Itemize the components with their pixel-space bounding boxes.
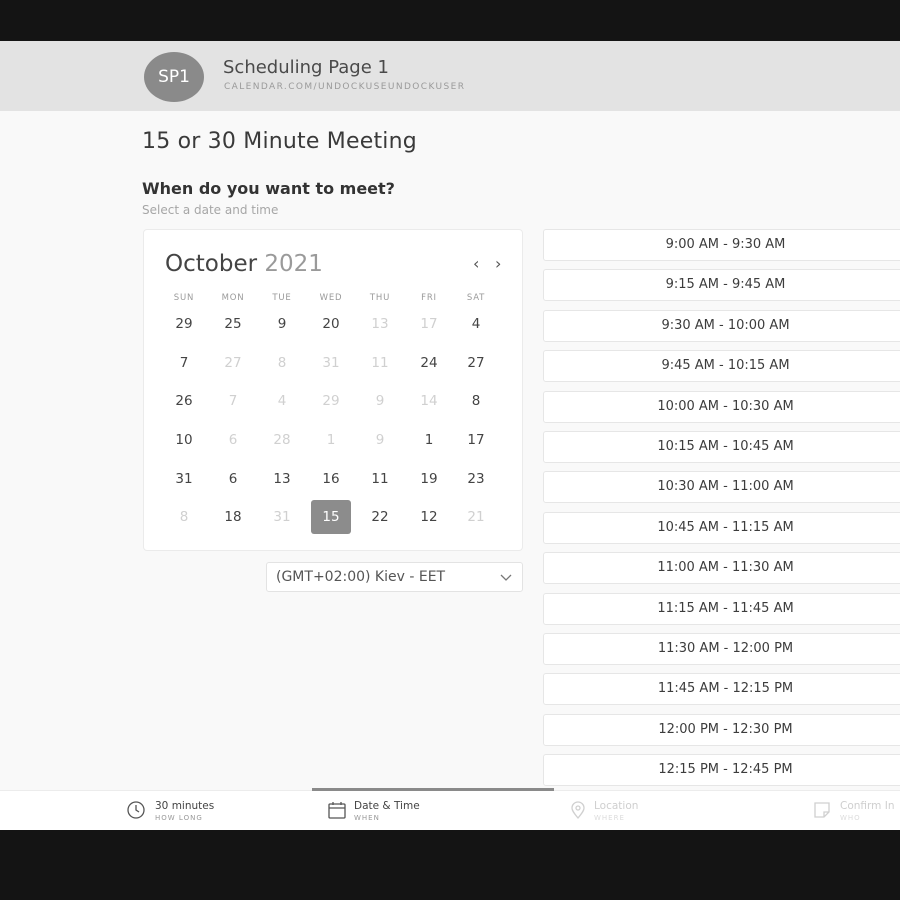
time-slot-button[interactable]: 11:15 AM - 11:45 AM bbox=[543, 592, 900, 625]
time-slot-button[interactable]: 10:00 AM - 10:30 AM bbox=[543, 390, 900, 423]
calendar-day[interactable]: 25 bbox=[213, 307, 253, 341]
scheduling-page: SP1 Scheduling Page 1 CALENDAR.COM/UNDOC… bbox=[0, 41, 900, 830]
time-slot-button[interactable]: 11:45 AM - 12:15 PM bbox=[543, 673, 900, 706]
calendar-day[interactable]: 27 bbox=[456, 346, 496, 380]
step-confirm-sub: WHO bbox=[840, 814, 861, 822]
calendar-day[interactable]: 8 bbox=[456, 384, 496, 418]
step-duration-label: 30 minutes bbox=[155, 800, 215, 812]
calendar-day: 31 bbox=[322, 355, 340, 371]
weekday-header: SAT bbox=[466, 293, 486, 303]
time-slot-button[interactable]: 10:15 AM - 10:45 AM bbox=[543, 431, 900, 463]
calendar-day[interactable]: 24 bbox=[409, 346, 449, 380]
time-slot-button[interactable]: 10:45 AM - 11:15 AM bbox=[543, 511, 900, 544]
step-date-time-label: Date & Time bbox=[354, 800, 420, 812]
calendar-day[interactable]: 26 bbox=[164, 384, 204, 418]
calendar-day: 9 bbox=[375, 432, 385, 448]
step-duration-sub: HOW LONG bbox=[155, 814, 203, 822]
note-icon bbox=[814, 802, 830, 818]
scheduling-page-title: Scheduling Page 1 bbox=[223, 57, 389, 78]
scheduling-page-url[interactable]: CALENDAR.COM/UNDOCKUSEUNDOCKUSER bbox=[224, 82, 465, 92]
calendar-day: 17 bbox=[420, 316, 438, 332]
calendar-day[interactable]: 9 bbox=[262, 307, 302, 341]
time-slot-button[interactable]: 9:00 AM - 9:30 AM bbox=[543, 229, 900, 261]
step-confirm-label: Confirm In bbox=[840, 800, 895, 812]
page-header: SP1 Scheduling Page 1 CALENDAR.COM/UNDOC… bbox=[0, 41, 900, 111]
step-date-time-sub: WHEN bbox=[354, 814, 380, 822]
clock-icon bbox=[127, 801, 145, 819]
calendar-day: 8 bbox=[277, 355, 287, 371]
calendar-day: 28 bbox=[273, 432, 291, 448]
step-location-label: Location bbox=[594, 800, 639, 812]
weekday-header: THU bbox=[369, 293, 391, 303]
calendar-year: 2021 bbox=[264, 251, 323, 277]
time-slot-button[interactable]: 9:45 AM - 10:15 AM bbox=[543, 350, 900, 383]
calendar-day: 11 bbox=[371, 355, 389, 371]
calendar-day: 13 bbox=[371, 316, 389, 332]
calendar-day: 14 bbox=[420, 393, 438, 409]
date-question-hint: Select a date and time bbox=[142, 203, 279, 217]
calendar-day[interactable]: 4 bbox=[456, 307, 496, 341]
calendar-day[interactable]: 1 bbox=[409, 423, 449, 457]
calendar-day[interactable]: 17 bbox=[456, 423, 496, 457]
calendar-day[interactable]: 20 bbox=[311, 307, 351, 341]
date-question-heading: When do you want to meet? bbox=[142, 179, 395, 198]
calendar-icon bbox=[328, 802, 346, 819]
calendar-month-title: October 2021 bbox=[165, 251, 323, 277]
weekday-header: TUE bbox=[272, 293, 292, 303]
chevron-down-icon bbox=[500, 574, 512, 581]
location-pin-icon bbox=[571, 801, 585, 820]
step-progress-bar: 30 minutes HOW LONG Date & Time WHEN Loc… bbox=[0, 788, 900, 830]
calendar-day: 7 bbox=[228, 393, 238, 409]
calendar-day: 6 bbox=[228, 432, 238, 448]
time-slot-button[interactable]: 12:00 PM - 12:30 PM bbox=[543, 713, 900, 746]
time-slot-button[interactable]: 9:30 AM - 10:00 AM bbox=[543, 309, 900, 342]
calendar-day-selected[interactable]: 15 bbox=[311, 500, 351, 534]
time-slot-button[interactable]: 9:15 AM - 9:45 AM bbox=[543, 269, 900, 302]
calendar-day: 27 bbox=[224, 355, 242, 371]
calendar-day: 29 bbox=[322, 393, 340, 409]
calendar-day[interactable]: 29 bbox=[164, 307, 204, 341]
calendar-day[interactable]: 11 bbox=[360, 462, 400, 496]
calendar-widget: October 2021 ‹ › SUN MON TUE WED THU FRI SAT 29… bbox=[143, 229, 523, 551]
active-step-indicator bbox=[312, 788, 554, 791]
timezone-select[interactable]: (GMT+02:00) Kiev - EET bbox=[266, 562, 523, 592]
next-month-button[interactable]: › bbox=[495, 254, 501, 273]
time-slot-button[interactable]: 11:00 AM - 11:30 AM bbox=[543, 552, 900, 585]
weekday-header: FRI bbox=[421, 293, 437, 303]
calendar-day[interactable]: 12 bbox=[409, 500, 449, 534]
calendar-day[interactable]: 18 bbox=[213, 500, 253, 534]
calendar-day[interactable]: 7 bbox=[164, 346, 204, 380]
weekday-header: SUN bbox=[173, 293, 195, 303]
calendar-day: 9 bbox=[375, 393, 385, 409]
calendar-day[interactable]: 23 bbox=[456, 462, 496, 496]
calendar-day: 31 bbox=[273, 509, 291, 525]
calendar-month: October bbox=[165, 251, 258, 277]
calendar-day[interactable]: 10 bbox=[164, 423, 204, 457]
calendar-day[interactable]: 13 bbox=[262, 462, 302, 496]
time-slot-button[interactable]: 11:30 AM - 12:00 PM bbox=[543, 633, 900, 665]
meeting-title: 15 or 30 Minute Meeting bbox=[142, 129, 417, 154]
avatar: SP1 bbox=[144, 52, 204, 102]
calendar-day: 21 bbox=[467, 509, 485, 525]
step-location-sub: WHERE bbox=[594, 814, 625, 822]
time-slot-button[interactable]: 12:15 PM - 12:45 PM bbox=[543, 754, 900, 787]
weekday-header: MON bbox=[221, 293, 245, 303]
timezone-label: (GMT+02:00) Kiev - EET bbox=[276, 569, 446, 585]
calendar-day: 1 bbox=[326, 432, 336, 448]
calendar-day[interactable]: 31 bbox=[164, 462, 204, 496]
time-slot-button[interactable]: 10:30 AM - 11:00 AM bbox=[543, 471, 900, 504]
calendar-day[interactable]: 16 bbox=[311, 462, 351, 496]
calendar-day: 4 bbox=[277, 393, 287, 409]
calendar-day[interactable]: 19 bbox=[409, 462, 449, 496]
prev-month-button[interactable]: ‹ bbox=[473, 254, 479, 273]
calendar-day[interactable]: 6 bbox=[213, 462, 253, 496]
calendar-day[interactable]: 22 bbox=[360, 500, 400, 534]
weekday-header: WED bbox=[319, 293, 343, 303]
calendar-day: 8 bbox=[179, 509, 189, 525]
